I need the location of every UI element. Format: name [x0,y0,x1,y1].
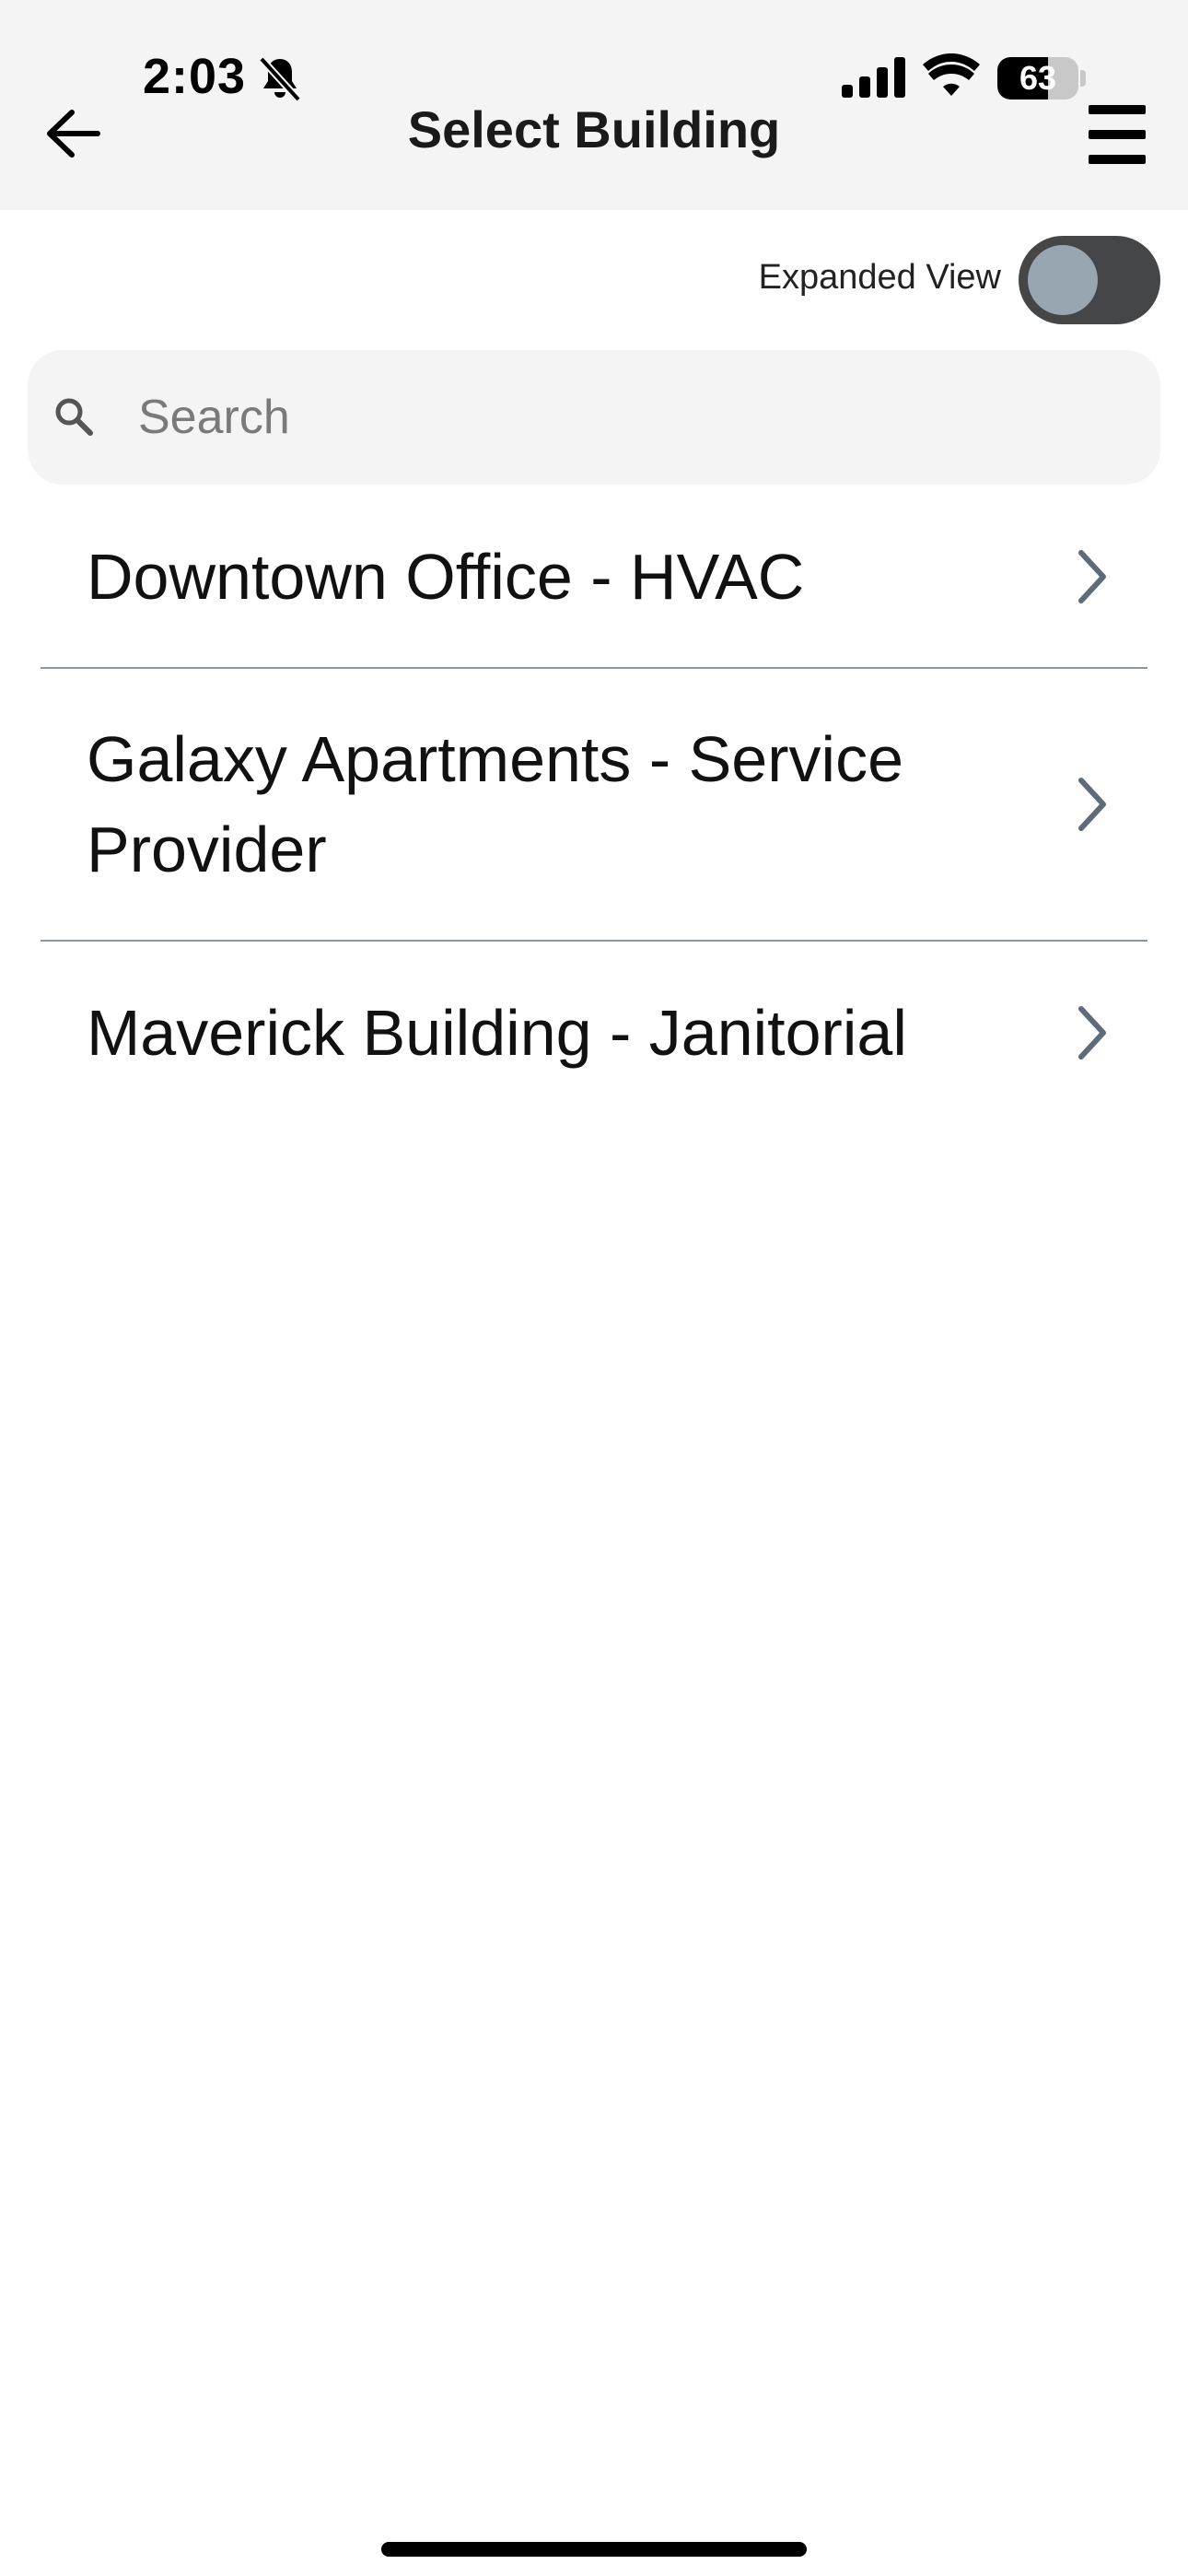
list-item-downtown-office[interactable]: Downtown Office - HVAC [41,486,1147,669]
status-time: 2:03 [143,49,247,104]
home-indicator [381,2542,807,2557]
chevron-right-icon [1078,550,1106,603]
expanded-view-toggle[interactable] [1019,236,1160,324]
bell-slash-icon [259,56,301,102]
search-input[interactable] [138,378,1114,457]
chevron-right-icon [1078,778,1106,831]
toggle-knob [1028,245,1098,315]
expanded-view-label: Expanded View [758,258,1001,297]
building-name: Maverick Building - Janitorial [87,997,907,1069]
building-name: Downtown Office - HVAC [87,541,805,613]
page-title: Select Building [407,100,781,158]
battery-level: 63 [1019,59,1057,97]
search-icon [55,398,93,436]
app-header: 2:03 63 Select Building [0,0,1188,210]
list-item-maverick-building[interactable]: Maverick Building - Janitorial [41,942,1147,1124]
chevron-right-icon [1078,1006,1106,1060]
search-bar [28,350,1160,485]
building-name: Galaxy Apartments - Service Provider [87,723,903,885]
building-list: Downtown Office - HVAC Galaxy Apartments… [41,486,1147,1124]
wifi-icon [923,53,980,96]
list-item-galaxy-apartments[interactable]: Galaxy Apartments - Service Provider [41,669,1147,942]
hamburger-menu-icon[interactable] [1087,103,1149,166]
cellular-signal-icon [842,57,905,98]
battery-icon: 63 [997,57,1086,100]
